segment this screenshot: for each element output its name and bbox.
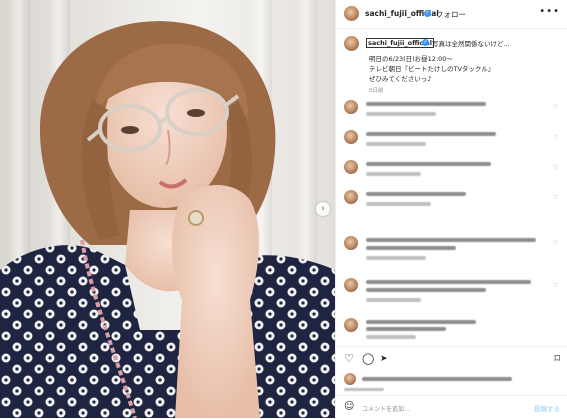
comment-item: ♡ [336, 234, 567, 268]
comment-input[interactable]: コメントを追加... [362, 404, 410, 413]
blurred-comment-text [366, 238, 536, 242]
blurred-comment-text [366, 102, 486, 106]
more-options-icon[interactable]: ••• [539, 6, 560, 17]
comment-like-icon[interactable]: ♡ [553, 282, 558, 289]
post-comment-button[interactable]: 投稿する [534, 403, 560, 413]
post-actions-bar: ♡ ◯ ➤ ⌑ [336, 346, 567, 371]
blurred-comment-text [366, 132, 496, 136]
comment-like-icon[interactable]: ♡ [553, 194, 558, 201]
heart-icon[interactable]: ♡ [344, 352, 354, 365]
comment-like-icon[interactable]: ♡ [553, 104, 558, 111]
verified-badge-icon: ✓ [422, 39, 429, 46]
post-photo[interactable]: › [0, 0, 335, 418]
avatar[interactable] [344, 236, 358, 250]
share-icon[interactable]: ➤ [380, 354, 388, 364]
add-comment-bar: ☺ コメントを追加... 投稿する [336, 395, 567, 419]
blurred-comment-text [366, 320, 476, 324]
comment-item: ♡ [336, 98, 567, 124]
blurred-comment-text [366, 327, 446, 331]
emoji-icon[interactable]: ☺ [344, 401, 354, 412]
avatar[interactable] [344, 160, 358, 174]
avatar[interactable] [344, 190, 358, 204]
portrait-illustration [0, 21, 335, 418]
verified-badge-icon: ✓ [424, 10, 431, 17]
post-sidebar: sachi_fujii_official ✓ フォロー ••• sachi_fu… [335, 0, 567, 418]
comment-icon[interactable]: ◯ [362, 352, 374, 365]
caption-line: テレビ朝日『ビートたけしのTVタックル』 [369, 65, 495, 73]
comment-item: ♡ [336, 188, 567, 214]
blurred-comment-meta [366, 335, 416, 339]
blurred-comment-text [366, 162, 491, 166]
follow-button[interactable]: フォロー [436, 9, 466, 20]
avatar[interactable] [344, 36, 359, 51]
avatar[interactable] [344, 278, 358, 292]
avatar[interactable] [344, 130, 358, 144]
comment-item: ♡ [336, 128, 567, 154]
blurred-comment-meta [366, 202, 431, 206]
carousel-next-button[interactable]: › [316, 202, 330, 216]
bookmark-icon[interactable]: ⌑ [554, 352, 560, 365]
post-header: sachi_fujii_official ✓ フォロー ••• [336, 0, 567, 29]
comment-item: ♡ [336, 276, 567, 310]
comment-like-icon[interactable]: ♡ [553, 164, 558, 171]
blurred-comment-meta [366, 256, 426, 260]
caption-line: 明日の6/23(日)お昼12:00〜 [369, 55, 453, 63]
blurred-comment-text [366, 280, 531, 284]
blurred-comment-text [366, 246, 456, 250]
blurred-comment-text [366, 192, 466, 196]
blurred-comment-text [366, 288, 486, 292]
avatar[interactable] [344, 318, 358, 332]
blurred-comment-meta [366, 298, 421, 302]
blurred-comment-meta [366, 142, 426, 146]
caption-line: ぜひみてくださいっ♪ [369, 75, 432, 83]
blurred-likes-text [362, 377, 512, 381]
post-timestamp: 5日前 [369, 88, 384, 94]
blurred-comment-meta [366, 172, 421, 176]
avatar[interactable] [344, 6, 359, 21]
blurred-comment-meta [366, 112, 436, 116]
comment-item [336, 316, 567, 344]
comment-item: ♡ [336, 158, 567, 184]
blurred-post-date [344, 388, 384, 391]
comment-like-icon[interactable]: ♡ [553, 134, 558, 141]
avatar[interactable] [344, 373, 356, 385]
comment-like-icon[interactable]: ♡ [553, 240, 558, 247]
avatar[interactable] [344, 100, 358, 114]
caption-text: 写真は全然関係ないけど... [432, 40, 510, 48]
